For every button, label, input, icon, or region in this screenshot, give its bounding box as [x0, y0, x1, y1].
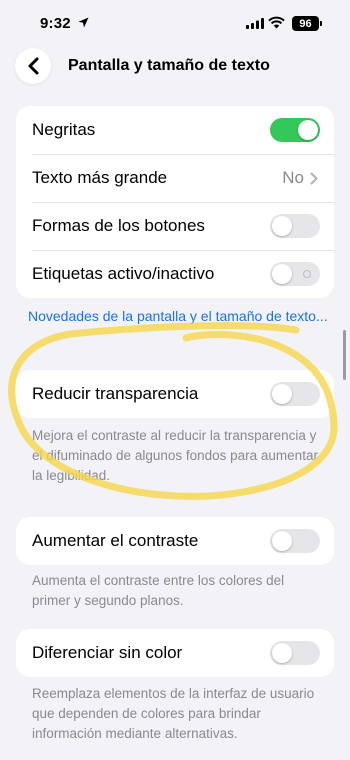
wifi-icon: [268, 16, 285, 29]
off-ring-indicator: [303, 270, 311, 278]
scroll-indicator[interactable]: [343, 330, 346, 380]
row-differentiate: Diferenciar sin color: [16, 629, 334, 677]
settings-group-transparency: Reducir transparencia: [16, 370, 334, 418]
chevron-right-icon: [310, 172, 318, 184]
bold-text-toggle[interactable]: [270, 118, 320, 142]
settings-group-text: Negritas Texto más grande No Formas de l…: [16, 106, 334, 298]
reduce-transparency-footnote: Mejora el contraste al reducir la transp…: [32, 428, 318, 483]
differentiate-toggle[interactable]: [270, 641, 320, 665]
row-increase-contrast: Aumentar el contraste: [16, 517, 334, 565]
increase-contrast-footnote: Aumenta el contraste entre los colores d…: [32, 573, 285, 608]
button-shapes-toggle[interactable]: [270, 214, 320, 238]
whats-new-link[interactable]: Novedades de la pantalla y el tamaño de …: [28, 306, 328, 326]
toggle-knob: [298, 120, 318, 140]
settings-group-contrast: Aumentar el contraste: [16, 517, 334, 565]
larger-text-value: No: [282, 154, 318, 202]
back-button[interactable]: [15, 48, 51, 84]
row-larger-text[interactable]: Texto más grande No: [16, 154, 334, 202]
toggle-knob: [272, 216, 292, 236]
status-time: 9:32: [40, 15, 71, 32]
toggle-knob: [272, 384, 292, 404]
larger-text-value-label: No: [282, 168, 304, 187]
settings-group-differentiate: Diferenciar sin color: [16, 629, 334, 677]
battery-icon: 96: [292, 16, 319, 31]
cellular-signal-icon: [246, 18, 264, 29]
differentiate-footnote: Reemplaza elementos de la interfaz de us…: [32, 686, 315, 741]
row-on-off-labels: Etiquetas activo/inactivo: [16, 250, 334, 298]
chevron-left-icon: [28, 57, 39, 75]
reduce-transparency-toggle[interactable]: [270, 382, 320, 406]
status-bar: 9:32 96: [0, 0, 350, 48]
nav-bar: Pantalla y tamaño de texto: [0, 46, 350, 90]
toggle-knob: [272, 531, 292, 551]
battery-level: 96: [299, 17, 312, 30]
row-bold-text: Negritas: [16, 106, 334, 154]
toggle-knob: [272, 264, 292, 284]
row-reduce-transparency: Reducir transparencia: [16, 370, 334, 418]
location-arrow-icon: [78, 17, 89, 28]
toggle-knob: [272, 643, 292, 663]
battery-nub: [320, 21, 322, 26]
on-off-labels-toggle[interactable]: [270, 262, 320, 286]
increase-contrast-toggle[interactable]: [270, 529, 320, 553]
page-title: Pantalla y tamaño de texto: [68, 57, 270, 74]
row-button-shapes: Formas de los botones: [16, 202, 334, 250]
